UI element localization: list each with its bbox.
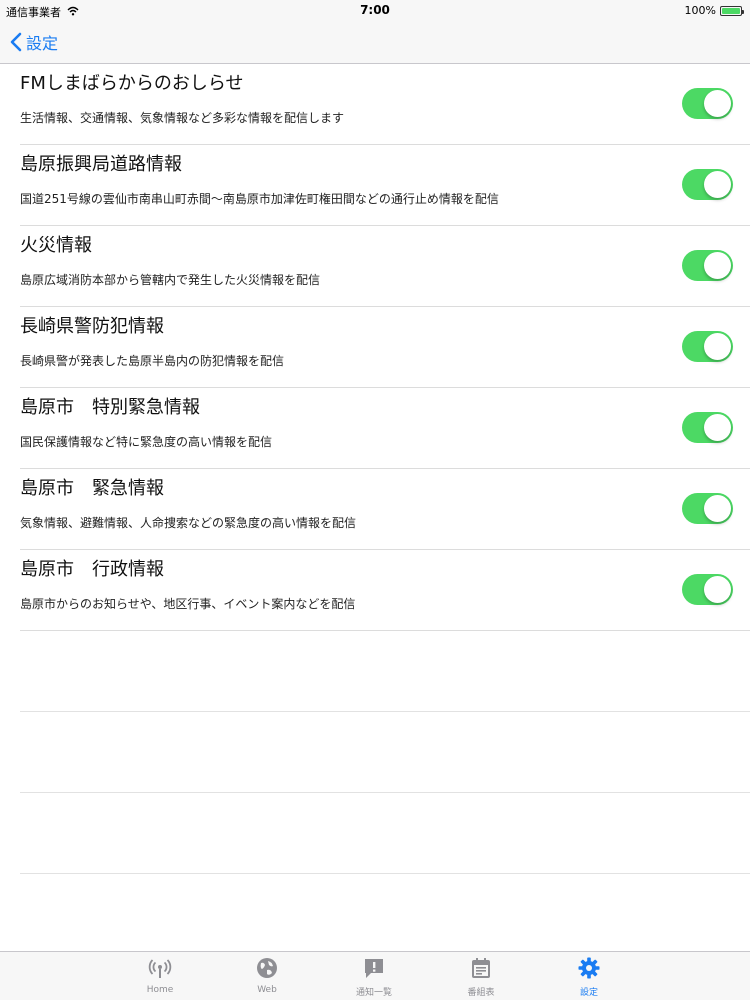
setting-description: 長崎県警が発表した島原半島内の防犯情報を配信: [20, 354, 285, 368]
back-button-label: 設定: [26, 34, 59, 53]
globe-icon: [256, 956, 278, 980]
setting-toggle[interactable]: [682, 88, 733, 119]
toggle-knob: [704, 576, 731, 603]
tab-settings[interactable]: 設定: [549, 956, 629, 998]
battery-percent: 100%: [684, 4, 716, 17]
toggle-knob: [704, 90, 731, 117]
toggle-knob: [704, 495, 731, 522]
empty-row: [20, 793, 750, 874]
setting-toggle[interactable]: [682, 169, 733, 200]
tab-schedule[interactable]: 番組表: [441, 956, 521, 998]
setting-toggle[interactable]: [682, 493, 733, 524]
setting-toggle[interactable]: [682, 331, 733, 362]
toggle-knob: [704, 171, 731, 198]
setting-row: 長崎県警防犯情報 長崎県警が発表した島原半島内の防犯情報を配信: [20, 307, 750, 388]
notice-icon: [363, 956, 385, 980]
setting-description: 国民保護情報など特に緊急度の高い情報を配信: [20, 435, 273, 449]
nav-bar: 設定: [0, 22, 750, 64]
tab-label: Web: [257, 985, 277, 995]
setting-title: 火災情報: [20, 235, 92, 256]
calendar-icon: [470, 956, 492, 980]
setting-row: 島原市 行政情報 島原市からのお知らせや、地区行事、イベント案内などを配信: [20, 550, 750, 631]
status-right: 100%: [684, 4, 744, 17]
setting-title: 島原市 行政情報: [20, 559, 164, 580]
setting-title: 長崎県警防犯情報: [20, 316, 164, 337]
setting-title: 島原市 特別緊急情報: [20, 397, 200, 418]
antenna-icon: [148, 956, 172, 980]
setting-toggle[interactable]: [682, 574, 733, 605]
tab-label: 番組表: [467, 988, 495, 998]
back-button[interactable]: 設定: [10, 30, 58, 54]
toggle-knob: [704, 414, 731, 441]
setting-title: 島原市 緊急情報: [20, 478, 164, 499]
setting-description: 島原市からのお知らせや、地区行事、イベント案内などを配信: [20, 597, 356, 611]
toggle-knob: [704, 333, 731, 360]
setting-row: FMしまばらからのおしらせ 生活情報、交通情報、気象情報など多彩な情報を配信しま…: [20, 64, 750, 145]
empty-row: [20, 631, 750, 712]
setting-toggle[interactable]: [682, 250, 733, 281]
battery-icon: [720, 5, 744, 16]
status-time: 7:00: [360, 3, 390, 17]
tab-notices[interactable]: 通知一覧: [334, 956, 414, 998]
setting-description: 気象情報、避難情報、人命捜索などの緊急度の高い情報を配信: [20, 516, 357, 530]
setting-row: 島原振興局道路情報 国道251号線の雲仙市南串山町赤間～南島原市加津佐町権田間な…: [20, 145, 750, 226]
setting-description: 国道251号線の雲仙市南串山町赤間～南島原市加津佐町権田間などの通行止め情報を配…: [20, 192, 499, 206]
gear-icon: [578, 956, 600, 980]
chevron-left-icon: [10, 32, 22, 52]
toggle-knob: [704, 252, 731, 279]
setting-toggle[interactable]: [682, 412, 733, 443]
setting-title: 島原振興局道路情報: [20, 154, 182, 175]
status-bar: 通信事業者 7:00 100%: [0, 0, 750, 22]
tab-web[interactable]: Web: [227, 956, 307, 995]
tab-label: 通知一覧: [355, 988, 392, 998]
setting-description: 島原広域消防本部から管轄内で発生した火災情報を配信: [20, 273, 321, 287]
empty-row: [20, 712, 750, 793]
tab-home[interactable]: Home: [120, 956, 200, 995]
tab-label: 設定: [579, 988, 598, 998]
tab-label: Home: [146, 985, 174, 995]
setting-row: 火災情報 島原広域消防本部から管轄内で発生した火災情報を配信: [20, 226, 750, 307]
setting-title: FMしまばらからのおしらせ: [20, 73, 244, 94]
setting-row: 島原市 特別緊急情報 国民保護情報など特に緊急度の高い情報を配信: [20, 388, 750, 469]
tab-bar: Home Web 通知一覧 番組表 設定: [0, 951, 750, 1000]
setting-row: 島原市 緊急情報 気象情報、避難情報、人命捜索などの緊急度の高い情報を配信: [20, 469, 750, 550]
setting-description: 生活情報、交通情報、気象情報など多彩な情報を配信します: [20, 111, 345, 125]
settings-list: FMしまばらからのおしらせ 生活情報、交通情報、気象情報など多彩な情報を配信しま…: [0, 64, 750, 874]
